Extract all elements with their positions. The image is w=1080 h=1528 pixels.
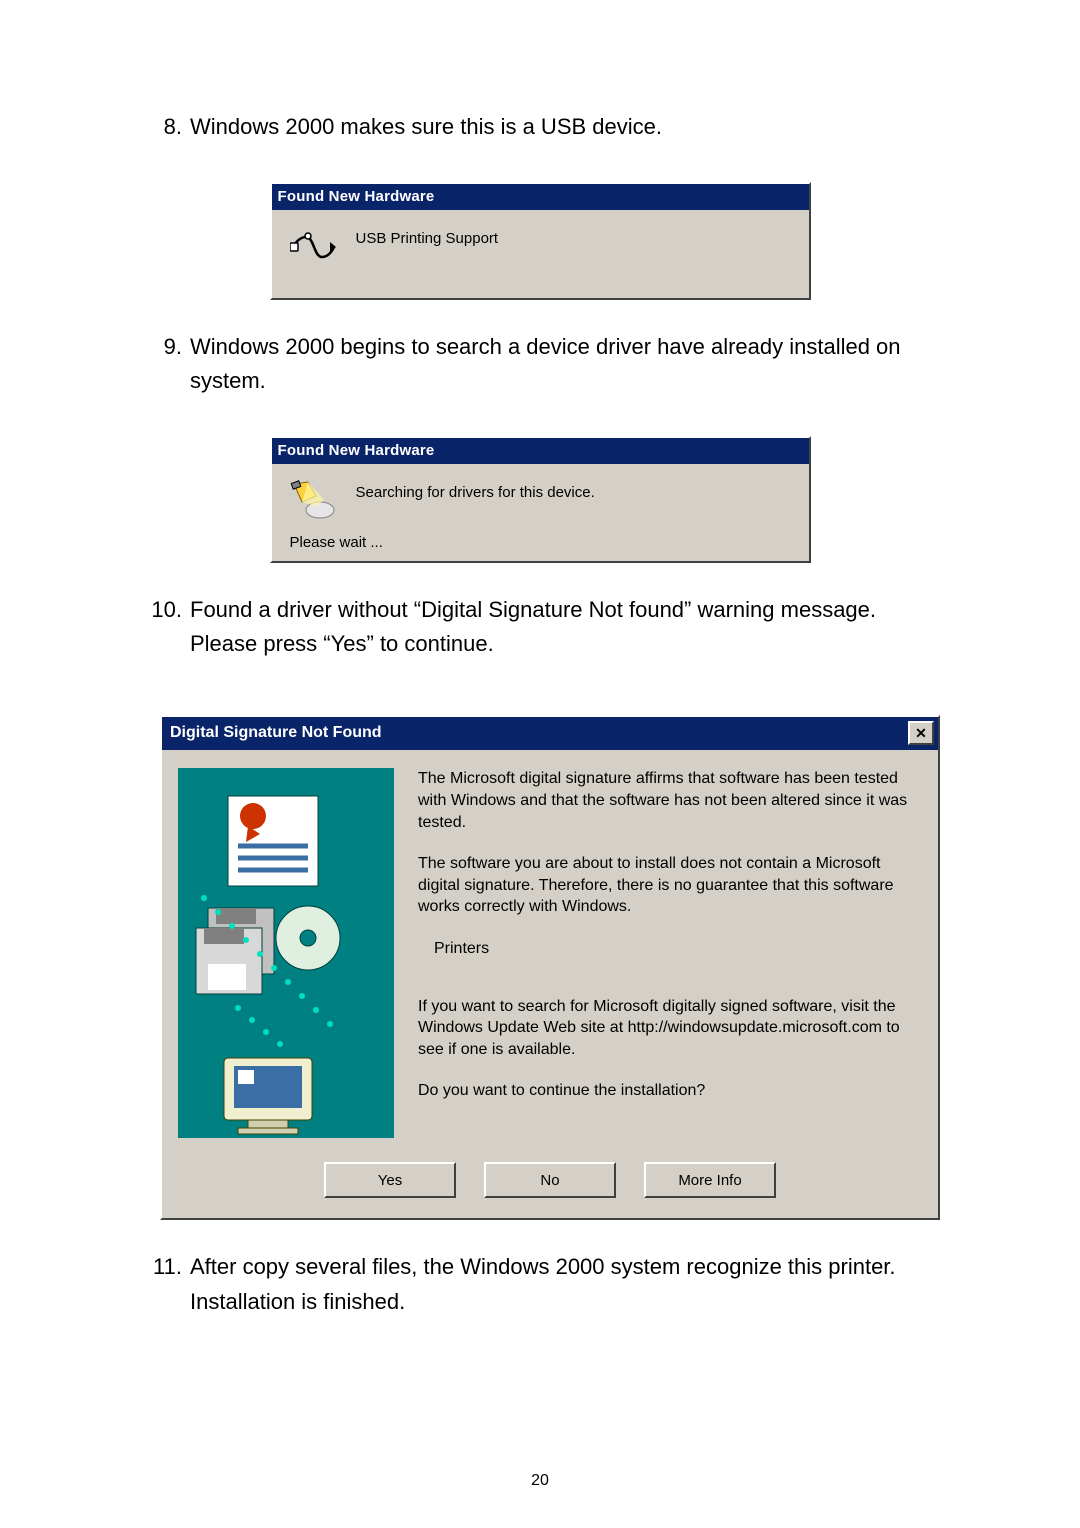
page-number: 20 [0, 1472, 1080, 1490]
step-10: 10. Found a driver without “Digital Sign… [140, 593, 940, 661]
figure-fnh-searching: Found New Hardware Searching for drivers… [140, 436, 940, 563]
step-text: Found a driver without “Digital Signatur… [190, 593, 940, 661]
dialog-title: Found New Hardware [272, 438, 809, 464]
paragraph-4: If you want to search for Microsoft digi… [418, 996, 918, 1061]
found-new-hardware-dialog-2: Found New Hardware Searching for drivers… [270, 436, 811, 563]
dialog-body-text: Searching for drivers for this device. [356, 478, 595, 501]
dialog-illustration [178, 768, 394, 1138]
figure-digital-signature: Digital Signature Not Found ✕ [160, 715, 940, 1220]
step-number: 10. [140, 593, 190, 661]
dialog-body-text: USB Printing Support [356, 224, 499, 247]
dialog-title: Found New Hardware [272, 184, 809, 210]
close-icon: ✕ [915, 726, 927, 740]
step-11: 11. After copy several files, the Window… [140, 1250, 940, 1318]
step-9: 9. Windows 2000 begins to search a devic… [140, 330, 940, 398]
close-button[interactable]: ✕ [908, 721, 934, 745]
dialog-footer-text: Please wait ... [272, 534, 809, 561]
figure-fnh-usb: Found New Hardware USB Printing Support [140, 182, 940, 300]
step-number: 9. [140, 330, 190, 398]
document-page: 8. Windows 2000 makes sure this is a USB… [0, 0, 1080, 1528]
no-button[interactable]: No [484, 1162, 616, 1198]
dialog-button-row: Yes No More Info [162, 1138, 938, 1218]
dialog-message: The Microsoft digital signature affirms … [418, 768, 922, 1138]
step-number: 8. [140, 110, 190, 144]
paragraph-1: The Microsoft digital signature affirms … [418, 768, 918, 833]
found-new-hardware-dialog-1: Found New Hardware USB Printing Support [270, 182, 811, 300]
step-text: Windows 2000 makes sure this is a USB de… [190, 110, 940, 144]
step-text: After copy several files, the Windows 20… [190, 1250, 940, 1318]
usb-cable-icon [290, 224, 336, 270]
paragraph-2: The software you are about to install do… [418, 853, 918, 918]
yes-button[interactable]: Yes [324, 1162, 456, 1198]
dialog-title: Digital Signature Not Found [170, 724, 382, 742]
step-text: Windows 2000 begins to search a device d… [190, 330, 940, 398]
paragraph-5: Do you want to continue the installation… [418, 1080, 918, 1102]
more-info-button[interactable]: More Info [644, 1162, 776, 1198]
dialog-titlebar: Digital Signature Not Found ✕ [162, 717, 938, 750]
step-8: 8. Windows 2000 makes sure this is a USB… [140, 110, 940, 144]
digital-signature-dialog: Digital Signature Not Found ✕ [160, 715, 940, 1220]
step-number: 11. [140, 1250, 190, 1318]
paragraph-3: Printers [418, 938, 918, 960]
flashlight-search-icon [290, 478, 336, 524]
